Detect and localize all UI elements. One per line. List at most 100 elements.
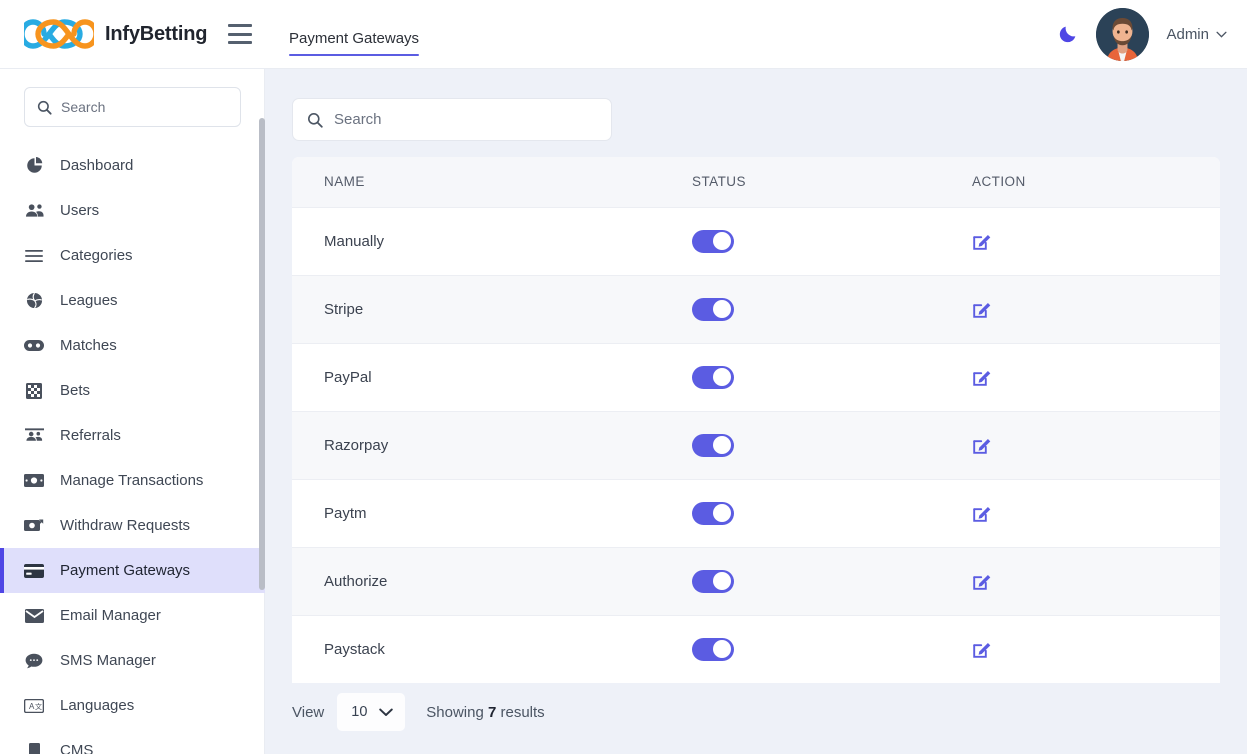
sidebar-item-categories[interactable]: Categories — [0, 233, 265, 278]
sidebar-item-label: Categories — [60, 247, 133, 264]
showing-suffix: results — [500, 703, 545, 721]
sidebar-item-label: Users — [60, 202, 100, 219]
sidebar-nav: Dashboard Users Categories Leagues Match — [0, 137, 265, 754]
results-summary: Showing 7 results — [426, 704, 544, 721]
sidebar-search-input[interactable] — [61, 99, 221, 115]
table-search-input[interactable] — [334, 111, 584, 128]
gateway-name: Paytm — [292, 479, 662, 548]
gateway-name: Stripe — [292, 275, 662, 344]
sidebar-item-label: Email Manager — [60, 607, 161, 624]
sidebar-search-wrapper — [0, 69, 265, 137]
gateway-name: Manually — [292, 207, 662, 276]
sidebar-item-label: Manage Transactions — [60, 472, 204, 489]
sidebar-item-label: Dashboard — [60, 157, 134, 174]
sidebar-item-label: Matches — [60, 337, 117, 354]
table-row: Authorize — [292, 547, 1220, 616]
table-header-row: NAME STATUS ACTION — [292, 157, 1220, 208]
brand-zone: InfyBetting — [0, 0, 265, 69]
result-count: 7 — [487, 703, 497, 721]
edit-icon[interactable] — [972, 367, 992, 387]
table-search-box[interactable] — [292, 98, 612, 141]
page-title-tab[interactable]: Payment Gateways — [289, 30, 420, 56]
status-toggle[interactable] — [692, 637, 734, 661]
action-cell — [948, 479, 1220, 548]
infinity-logo-icon — [24, 19, 94, 49]
action-cell — [948, 547, 1220, 616]
toggle-knob — [713, 436, 731, 454]
action-cell — [948, 207, 1220, 276]
payment-gateways-table: NAME STATUS ACTION Manually Stripe PayPa… — [292, 157, 1220, 683]
sidebar-item-email-manager[interactable]: Email Manager — [0, 593, 265, 638]
edit-icon[interactable] — [972, 571, 992, 591]
sidebar-item-leagues[interactable]: Leagues — [0, 278, 265, 323]
table-row: Manually — [292, 207, 1220, 276]
chevron-down-icon — [379, 708, 393, 716]
sidebar-item-manage-transactions[interactable]: Manage Transactions — [0, 458, 265, 503]
credit-card-icon — [24, 561, 44, 581]
edit-icon[interactable] — [972, 299, 992, 319]
sidebar-item-referrals[interactable]: Referrals — [0, 413, 265, 458]
ball-icon — [24, 291, 44, 311]
sidebar-item-cms[interactable]: CMS — [0, 728, 265, 754]
edit-icon[interactable] — [972, 435, 992, 455]
users-icon — [24, 201, 44, 221]
sidebar-item-users[interactable]: Users — [0, 188, 265, 233]
table-row: Paystack — [292, 615, 1220, 683]
gateway-name: PayPal — [292, 343, 662, 412]
envelope-icon — [24, 606, 44, 626]
toggle-knob — [713, 232, 731, 250]
status-toggle[interactable] — [692, 433, 734, 457]
action-cell — [948, 275, 1220, 344]
chevron-down-icon — [1216, 31, 1227, 38]
status-toggle[interactable] — [692, 365, 734, 389]
referrals-icon — [24, 426, 44, 446]
edit-icon[interactable] — [972, 639, 992, 659]
sidebar-item-label: SMS Manager — [60, 652, 156, 669]
toggle-knob — [713, 368, 731, 386]
money-out-icon — [24, 516, 44, 536]
column-header-status: STATUS — [662, 157, 948, 208]
table-footer: View 10 Showing 7 results — [292, 693, 545, 731]
sidebar-item-sms-manager[interactable]: SMS Manager — [0, 638, 265, 683]
sidebar-scrollbar[interactable] — [259, 118, 265, 590]
chat-bubble-icon — [24, 651, 44, 671]
action-cell — [948, 411, 1220, 480]
sidebar-item-label: Withdraw Requests — [60, 517, 191, 534]
status-cell — [662, 479, 948, 548]
column-header-action: ACTION — [948, 157, 1220, 208]
sidebar-item-dashboard[interactable]: Dashboard — [0, 143, 265, 188]
toggle-knob — [713, 640, 731, 659]
status-toggle[interactable] — [692, 297, 734, 321]
status-cell — [662, 343, 948, 412]
sidebar: Dashboard Users Categories Leagues Match — [0, 69, 265, 754]
sidebar-search-box[interactable] — [24, 87, 241, 127]
table-row: Razorpay — [292, 411, 1220, 480]
sidebar-item-payment-gateways[interactable]: Payment Gateways — [0, 548, 265, 593]
sidebar-item-label: Leagues — [60, 292, 118, 309]
sidebar-item-languages[interactable]: A文 Languages — [0, 683, 265, 728]
table-row: PayPal — [292, 343, 1220, 412]
toggle-knob — [713, 300, 731, 318]
status-cell — [662, 411, 948, 480]
user-menu[interactable]: Admin — [1166, 26, 1227, 43]
toggle-knob — [713, 572, 731, 590]
payment-gateways-table-card: NAME STATUS ACTION Manually Stripe PayPa… — [292, 157, 1220, 683]
page-size-select[interactable]: 10 — [337, 693, 406, 731]
sidebar-item-withdraw-requests[interactable]: Withdraw Requests — [0, 503, 265, 548]
moon-icon[interactable] — [1057, 23, 1079, 45]
sidebar-item-matches[interactable]: Matches — [0, 323, 265, 368]
sidebar-item-label: Referrals — [60, 427, 121, 444]
list-icon — [24, 246, 44, 266]
sidebar-item-label: Payment Gateways — [60, 562, 191, 579]
hamburger-menu-icon[interactable] — [228, 24, 253, 44]
edit-icon[interactable] — [972, 231, 992, 251]
status-cell — [662, 275, 948, 344]
status-toggle[interactable] — [692, 501, 734, 525]
avatar[interactable] — [1096, 7, 1150, 61]
status-toggle[interactable] — [692, 569, 734, 593]
status-toggle[interactable] — [692, 229, 734, 253]
document-icon — [24, 741, 44, 754]
status-cell — [662, 547, 948, 616]
sidebar-item-bets[interactable]: Bets — [0, 368, 265, 413]
edit-icon[interactable] — [972, 503, 992, 523]
